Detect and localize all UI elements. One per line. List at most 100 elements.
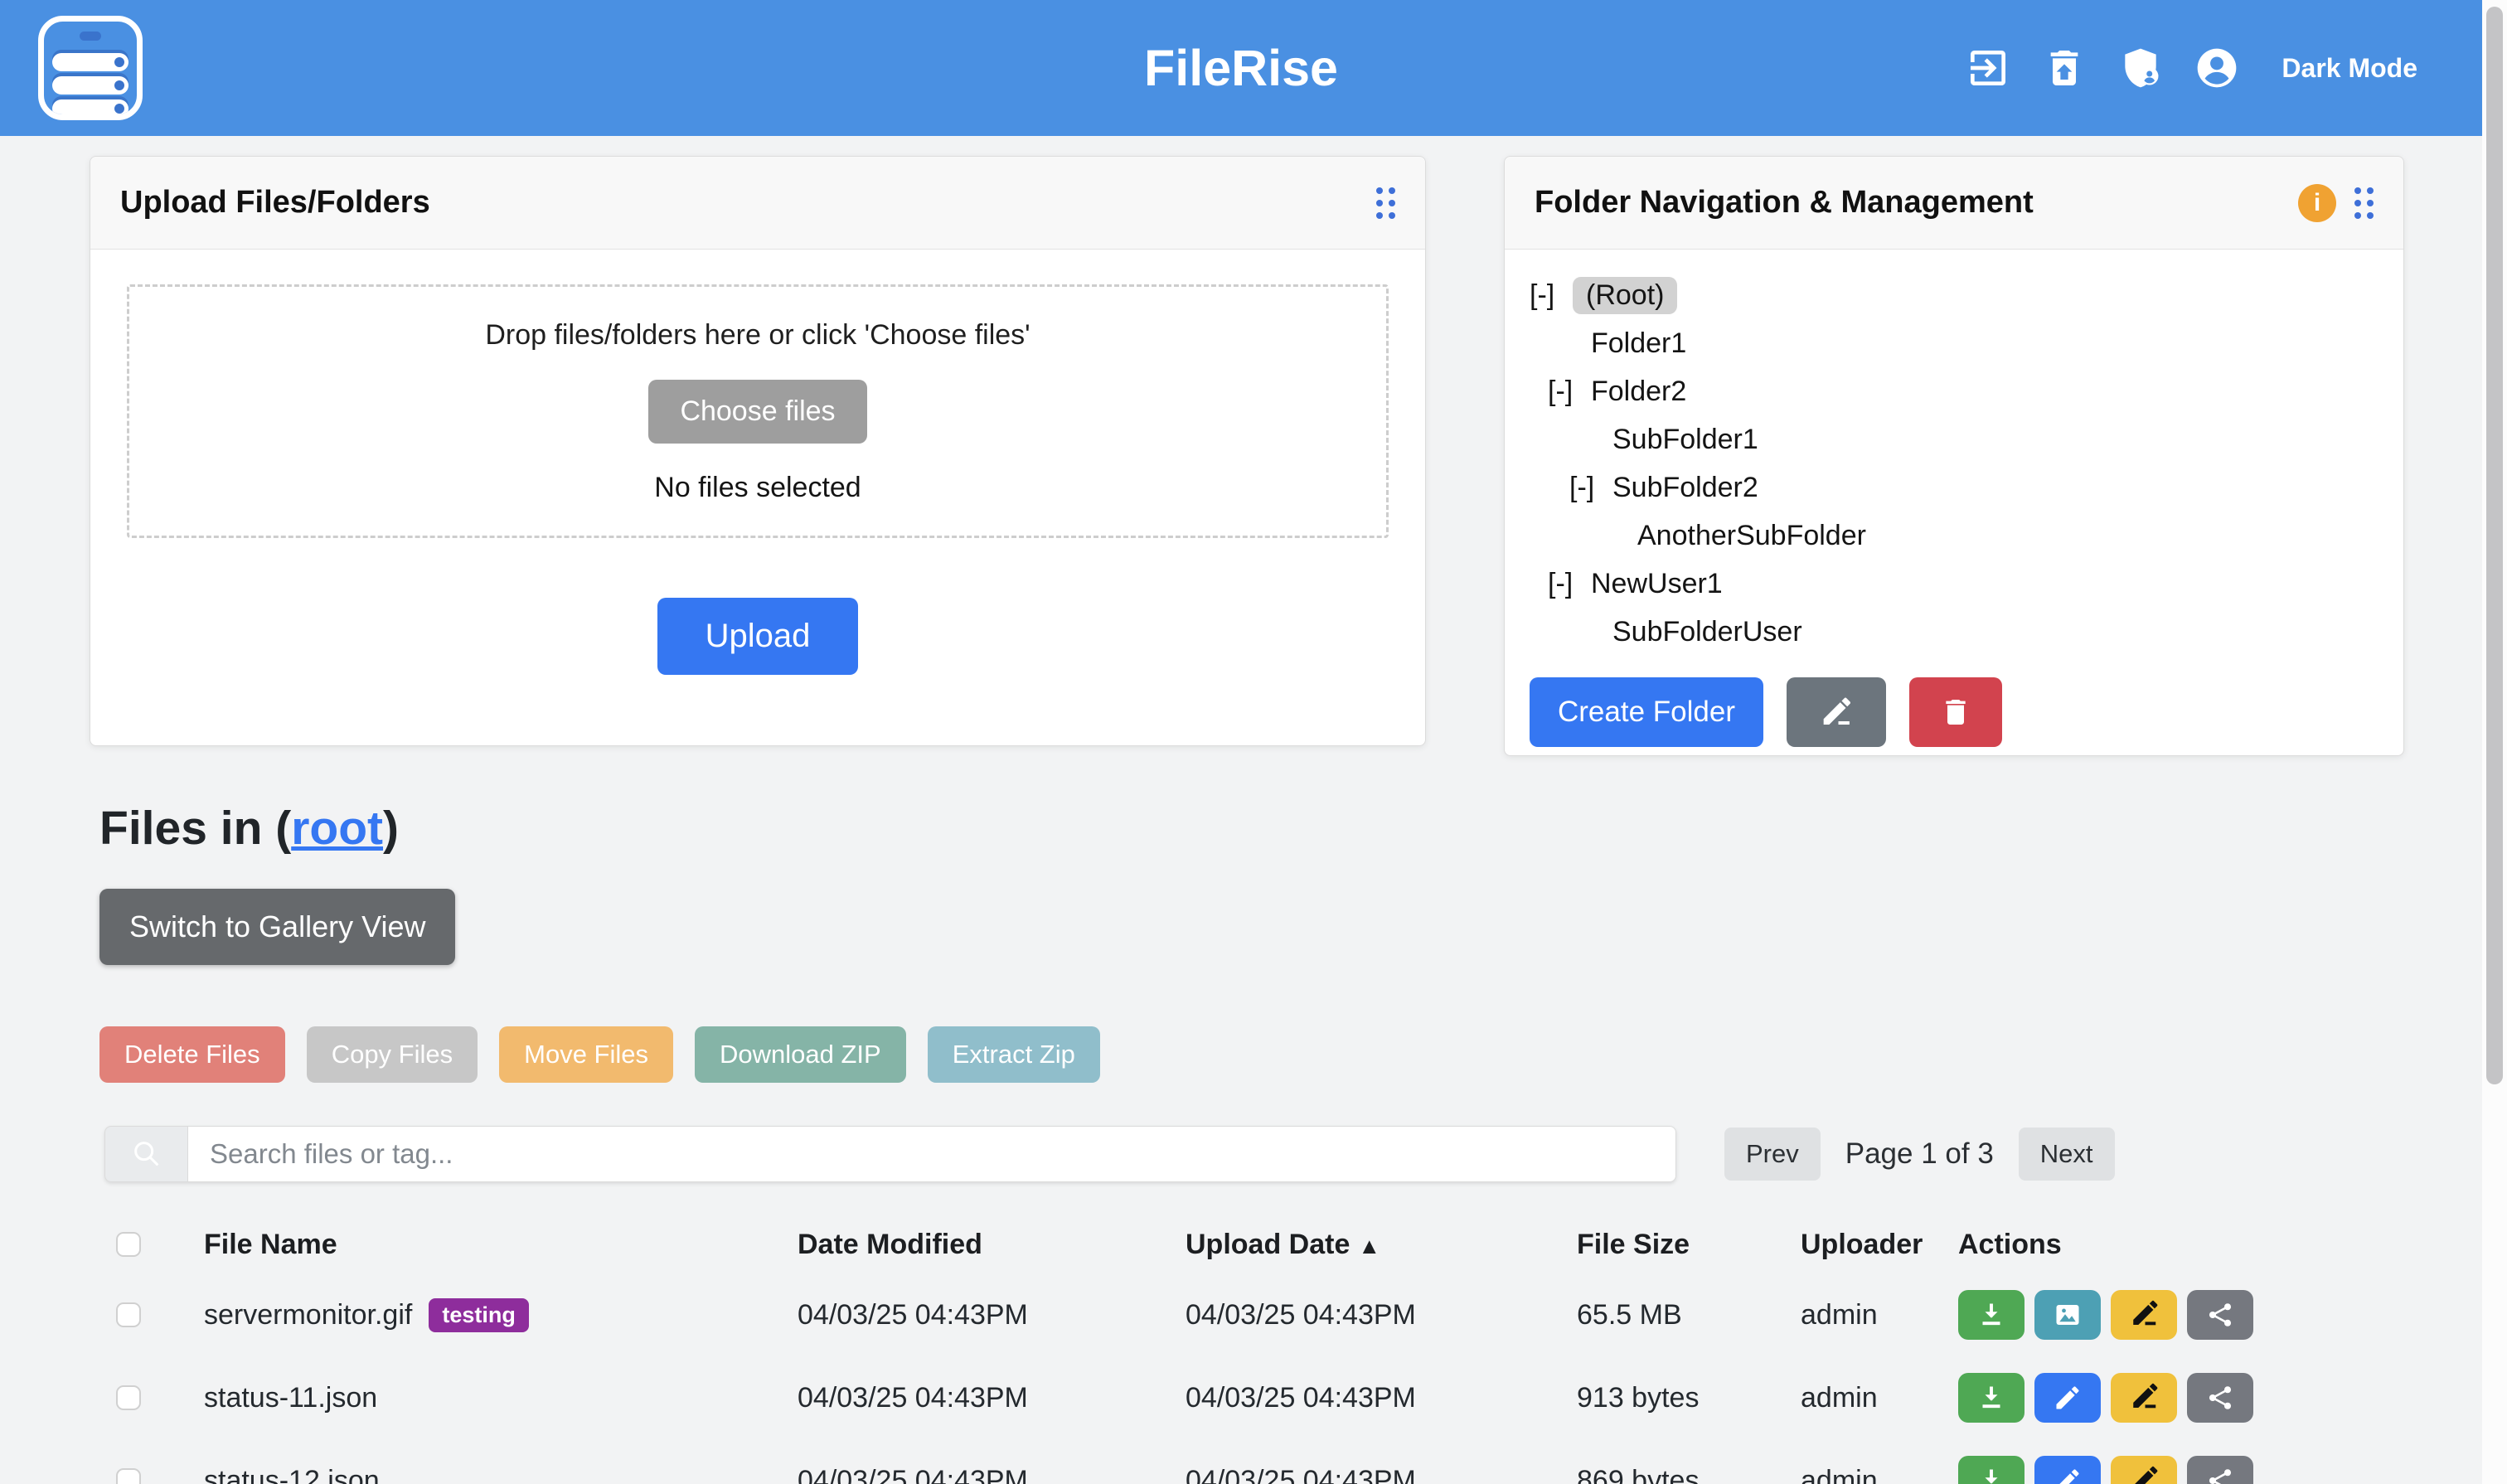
tag-badge: testing — [429, 1298, 529, 1332]
rename-icon — [2129, 1466, 2159, 1484]
download-icon — [1976, 1383, 2006, 1413]
edit-file-button[interactable] — [2034, 1456, 2101, 1484]
info-icon[interactable]: i — [2298, 184, 2336, 222]
logout-icon[interactable] — [1965, 45, 2011, 91]
tree-label[interactable]: NewUser1 — [1591, 568, 1723, 600]
file-name[interactable]: servermonitor.gif — [204, 1299, 412, 1331]
search-icon — [130, 1137, 163, 1171]
dropzone-text: Drop files/folders here or click 'Choose… — [485, 319, 1030, 352]
row-checkbox[interactable] — [116, 1302, 141, 1327]
tree-label[interactable]: Folder1 — [1591, 327, 1686, 360]
tree-label[interactable]: SubFolder2 — [1612, 472, 1758, 504]
download-file-button[interactable] — [1958, 1373, 2025, 1423]
download-file-button[interactable] — [1958, 1290, 2025, 1340]
tree-toggle[interactable]: [-] — [1548, 568, 1591, 600]
tree-label[interactable]: AnotherSubFolder — [1637, 520, 1866, 552]
logo-slat — [52, 53, 129, 71]
search-input[interactable] — [187, 1126, 1676, 1182]
select-all-checkbox[interactable] — [116, 1232, 141, 1257]
prev-page-button[interactable]: Prev — [1724, 1128, 1821, 1181]
search-row: Prev Page 1 of 3 Next — [104, 1126, 2404, 1182]
file-size: 869 bytes — [1577, 1465, 1801, 1484]
rename-file-button[interactable] — [2111, 1373, 2177, 1423]
upload-dropzone[interactable]: Drop files/folders here or click 'Choose… — [127, 284, 1389, 538]
download-file-button[interactable] — [1958, 1456, 2025, 1484]
share-file-button[interactable] — [2187, 1290, 2253, 1340]
rename-file-button[interactable] — [2111, 1456, 2177, 1484]
header-date-modified[interactable]: Date Modified — [798, 1229, 1186, 1261]
cards-row: Upload Files/Folders Drop files/folders … — [90, 156, 2404, 756]
rename-icon — [2129, 1383, 2159, 1413]
scrollbar-track — [2482, 0, 2507, 1484]
preview-image-button[interactable] — [2034, 1290, 2101, 1340]
create-folder-button[interactable]: Create Folder — [1530, 677, 1763, 747]
download-icon — [1976, 1300, 2006, 1330]
choose-files-button[interactable]: Choose files — [648, 380, 866, 444]
file-size: 65.5 MB — [1577, 1299, 1801, 1331]
delete-folder-button[interactable] — [1909, 677, 2002, 747]
files-heading-suffix: ) — [383, 802, 399, 855]
filerise-logo[interactable] — [38, 16, 143, 120]
tree-toggle[interactable]: [-] — [1569, 472, 1612, 504]
drag-handle-icon[interactable] — [2354, 187, 2374, 219]
uploader: admin — [1801, 1465, 1958, 1484]
table-row: status-12.json 04/03/25 04:43PM 04/03/25… — [99, 1439, 2404, 1484]
delete-files-button[interactable]: Delete Files — [99, 1026, 285, 1083]
upload-date: 04/03/25 04:43PM — [1186, 1382, 1577, 1414]
tree-item-subfolderuser: SubFolderUser — [1530, 608, 2378, 656]
download-icon — [1976, 1466, 2006, 1484]
page-indicator: Page 1 of 3 — [1845, 1137, 1994, 1171]
tree-label[interactable]: SubFolder1 — [1612, 424, 1758, 456]
table-row: status-11.json 04/03/25 04:43PM 04/03/25… — [99, 1356, 2404, 1439]
tree-toggle[interactable]: [-] — [1548, 376, 1591, 408]
copy-files-button[interactable]: Copy Files — [307, 1026, 478, 1083]
move-files-button[interactable]: Move Files — [499, 1026, 673, 1083]
logo-slat — [52, 99, 129, 118]
scrollbar-thumb[interactable] — [2486, 7, 2503, 1084]
account-icon[interactable] — [2194, 45, 2240, 91]
current-folder-link[interactable]: root — [291, 802, 383, 855]
next-page-button[interactable]: Next — [2019, 1128, 2115, 1181]
upload-date: 04/03/25 04:43PM — [1186, 1299, 1577, 1331]
rename-folder-button[interactable] — [1787, 677, 1886, 747]
share-file-button[interactable] — [2187, 1456, 2253, 1484]
row-checkbox[interactable] — [116, 1385, 141, 1410]
pencil-icon — [2053, 1383, 2083, 1413]
header-file-name[interactable]: File Name — [204, 1229, 798, 1261]
dark-mode-toggle[interactable]: Dark Mode — [2282, 53, 2417, 84]
tree-label[interactable]: (Root) — [1573, 277, 1677, 314]
share-icon — [2205, 1466, 2235, 1484]
file-name[interactable]: status-12.json — [204, 1465, 380, 1484]
download-zip-button[interactable]: Download ZIP — [695, 1026, 906, 1083]
extract-zip-button[interactable]: Extract Zip — [928, 1026, 1100, 1083]
file-table: File Name Date Modified Upload Date▲ Fil… — [99, 1215, 2404, 1484]
tree-item-root: [-] (Root) — [1530, 271, 2378, 319]
header-file-size[interactable]: File Size — [1577, 1229, 1801, 1261]
upload-button[interactable]: Upload — [657, 598, 859, 675]
file-name[interactable]: status-11.json — [204, 1382, 377, 1414]
uploader: admin — [1801, 1299, 1958, 1331]
tree-label[interactable]: Folder2 — [1591, 376, 1686, 408]
share-file-button[interactable] — [2187, 1373, 2253, 1423]
header-upload-date[interactable]: Upload Date▲ — [1186, 1229, 1577, 1261]
tree-item-subfolder2: [-] SubFolder2 — [1530, 463, 2378, 512]
rename-file-button[interactable] — [2111, 1290, 2177, 1340]
edit-file-button[interactable] — [2034, 1373, 2101, 1423]
tree-label[interactable]: SubFolderUser — [1612, 616, 1802, 648]
tree-toggle[interactable]: [-] — [1530, 279, 1573, 312]
switch-gallery-view-button[interactable]: Switch to Gallery View — [99, 889, 455, 965]
restore-trash-icon[interactable] — [2041, 45, 2088, 91]
files-heading-prefix: Files in ( — [99, 802, 291, 855]
folder-card-title: Folder Navigation & Management — [1535, 185, 2034, 221]
bulk-actions-row: Delete Files Copy Files Move Files Downl… — [99, 1026, 2404, 1083]
top-bar: FileRise Dark Mode — [0, 0, 2482, 136]
no-files-text: No files selected — [654, 472, 861, 504]
admin-shield-icon[interactable] — [2117, 45, 2164, 91]
header-uploader[interactable]: Uploader — [1801, 1229, 1958, 1261]
row-checkbox[interactable] — [116, 1468, 141, 1484]
pencil-icon — [2053, 1466, 2083, 1484]
drag-handle-icon[interactable] — [1376, 187, 1395, 219]
date-modified: 04/03/25 04:43PM — [798, 1382, 1186, 1414]
logo-slat — [52, 76, 129, 95]
files-heading: Files in (root) — [99, 801, 2404, 856]
